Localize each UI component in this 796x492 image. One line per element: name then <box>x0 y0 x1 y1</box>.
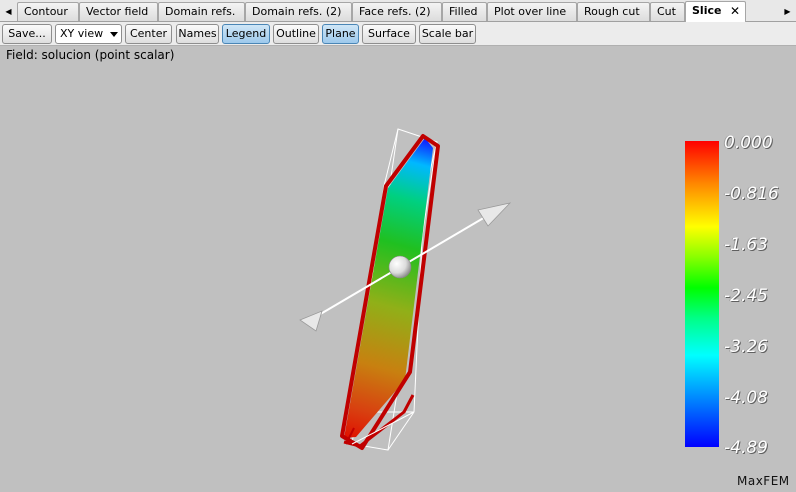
arrow-tail-icon[interactable] <box>299 310 323 332</box>
app-brand: MaxFEM <box>737 474 790 488</box>
legend-label: -4.08 <box>724 388 768 408</box>
slice-scene[interactable] <box>0 0 796 492</box>
plane-center-handle[interactable] <box>388 255 412 279</box>
legend-label: -1.63 <box>724 235 768 255</box>
legend-label: -2.45 <box>724 286 768 306</box>
legend-label: -3.26 <box>724 337 768 357</box>
legend-label: -4.89 <box>724 438 768 458</box>
arrow-head-icon[interactable] <box>477 202 512 227</box>
legend-label: -0.816 <box>724 184 779 204</box>
legend-label: 0.000 <box>724 133 773 153</box>
legend-color-bar <box>685 141 719 447</box>
